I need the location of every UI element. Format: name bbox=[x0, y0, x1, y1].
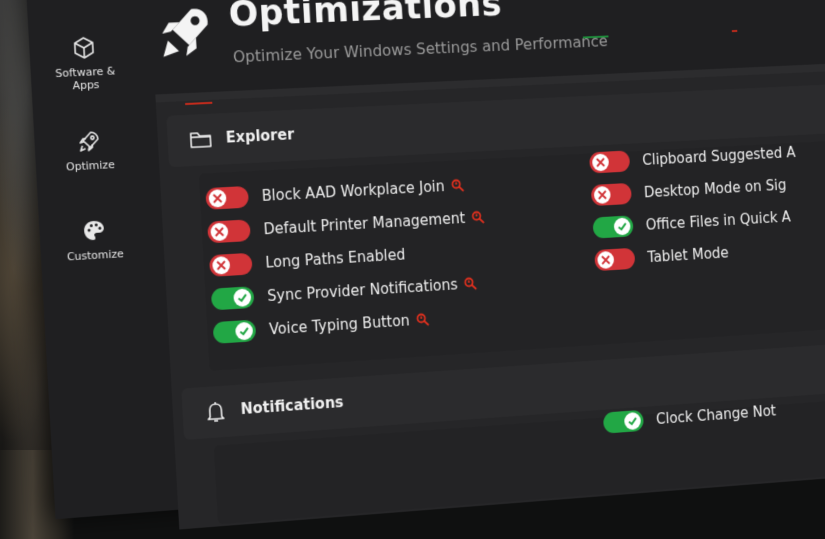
status-indicator bbox=[731, 29, 738, 33]
search-warning-icon bbox=[470, 209, 486, 225]
setting-label: Tablet Mode bbox=[647, 244, 730, 267]
toggle-switch[interactable] bbox=[205, 185, 249, 210]
setting-label: Desktop Mode on Sig bbox=[643, 176, 787, 202]
toggle-switch[interactable] bbox=[592, 215, 634, 239]
sidebar-item-customize[interactable]: Customize bbox=[39, 216, 150, 265]
setting-label: Clipboard Suggested A bbox=[641, 143, 796, 169]
search-warning-icon bbox=[450, 177, 466, 193]
check-icon bbox=[236, 291, 248, 304]
palette-icon bbox=[83, 220, 105, 241]
rocket-icon bbox=[79, 132, 100, 153]
cube-icon bbox=[74, 37, 95, 59]
close-icon bbox=[211, 192, 223, 204]
setting-row: Default Printer Management bbox=[207, 205, 486, 244]
setting-label: Default Printer Management bbox=[263, 209, 466, 239]
setting-label: Long Paths Enabled bbox=[265, 245, 406, 272]
setting-row: Clipboard Suggested A bbox=[589, 141, 796, 175]
check-icon bbox=[238, 325, 250, 338]
app-window: Software & Apps Optimize Customize Optim… bbox=[24, 0, 825, 530]
search-warning-icon bbox=[415, 311, 431, 327]
bell-icon bbox=[203, 399, 228, 424]
explorer-section-body: Block AAD Workplace Join Default Printer… bbox=[198, 137, 825, 371]
toggle-switch[interactable] bbox=[212, 319, 257, 344]
toggle-switch[interactable] bbox=[594, 247, 636, 272]
check-icon bbox=[627, 415, 638, 427]
toggle-switch[interactable] bbox=[602, 409, 644, 434]
close-icon bbox=[597, 189, 609, 201]
page-title: Optimizations bbox=[227, 0, 503, 35]
setting-row: Block AAD Workplace Join bbox=[205, 173, 465, 210]
toggle-switch[interactable] bbox=[590, 182, 632, 207]
close-icon bbox=[595, 156, 607, 168]
setting-label: Block AAD Workplace Join bbox=[261, 177, 446, 205]
setting-row: Office Files in Quick A bbox=[592, 205, 791, 239]
status-indicator bbox=[185, 101, 213, 106]
toggle-switch[interactable] bbox=[210, 286, 255, 311]
setting-row: Sync Provider Notifications bbox=[210, 272, 479, 312]
sidebar-item-software-apps[interactable]: Software & Apps bbox=[29, 34, 141, 94]
close-icon bbox=[213, 226, 225, 238]
setting-label: Clock Change Not bbox=[655, 402, 777, 428]
rocket-icon bbox=[161, 8, 209, 57]
sidebar-item-optimize[interactable]: Optimize bbox=[34, 127, 145, 175]
setting-row: Long Paths Enabled bbox=[209, 243, 406, 278]
setting-row: Tablet Mode bbox=[594, 241, 729, 272]
check-icon bbox=[616, 220, 628, 232]
toggle-switch[interactable] bbox=[207, 219, 251, 244]
section-title: Notifications bbox=[240, 393, 344, 419]
close-icon bbox=[215, 259, 227, 272]
section-title: Explorer bbox=[225, 125, 295, 147]
folder-icon bbox=[188, 128, 213, 153]
page-subtitle: Optimize Your Windows Settings and Perfo… bbox=[232, 31, 609, 67]
toggle-switch[interactable] bbox=[209, 252, 253, 277]
sidebar-item-label: Customize bbox=[66, 247, 125, 264]
search-warning-icon bbox=[463, 275, 479, 291]
setting-label: Office Files in Quick A bbox=[645, 208, 792, 234]
setting-label: Voice Typing Button bbox=[268, 311, 411, 339]
close-icon bbox=[600, 254, 612, 266]
sidebar-item-label: Optimize bbox=[65, 158, 116, 174]
setting-row: Desktop Mode on Sig bbox=[590, 173, 787, 207]
main-content: Explorer Block AAD Workplace Join Defaul… bbox=[155, 29, 825, 530]
toggle-switch[interactable] bbox=[589, 150, 631, 174]
setting-row: Voice Typing Button bbox=[212, 308, 431, 345]
setting-label: Sync Provider Notifications bbox=[266, 275, 459, 305]
